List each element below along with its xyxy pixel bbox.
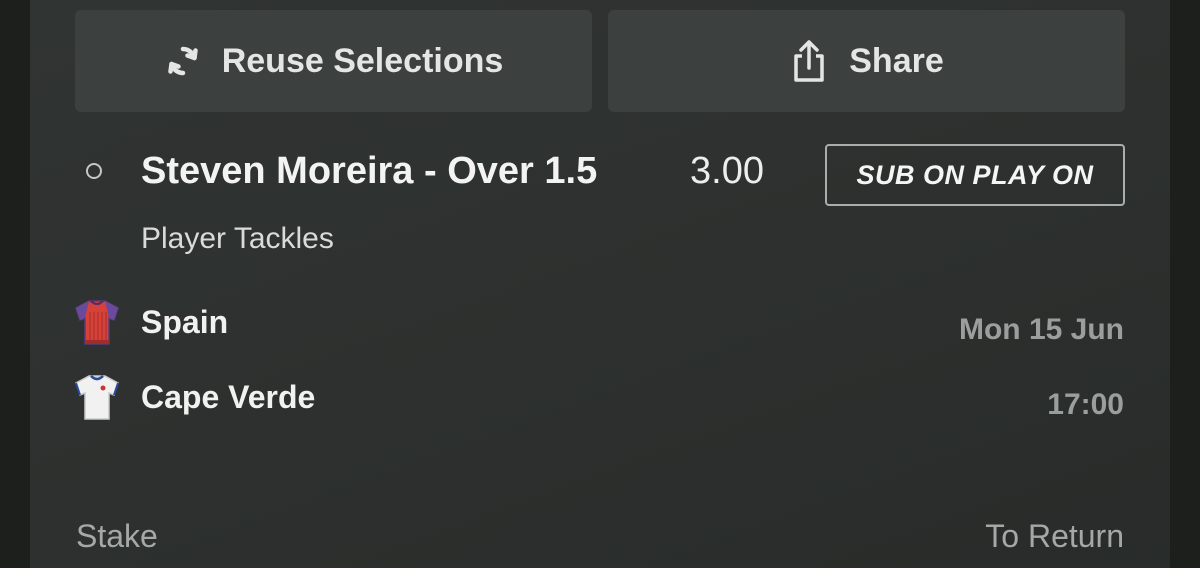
stake-label: Stake bbox=[76, 518, 158, 554]
selection-odds: 3.00 bbox=[690, 150, 764, 192]
red-shirt-icon bbox=[74, 298, 120, 346]
home-team-name: Spain bbox=[141, 304, 229, 340]
reuse-selections-button[interactable]: Reuse Selections bbox=[75, 10, 592, 112]
event-time: 17:00 bbox=[1047, 388, 1124, 421]
away-team-name: Cape Verde bbox=[141, 379, 316, 415]
share-button[interactable]: Share bbox=[608, 10, 1125, 112]
selection-status-icon bbox=[86, 163, 102, 179]
sub-on-play-on-badge: SUB ON PLAY ON bbox=[825, 144, 1125, 206]
refresh-icon bbox=[164, 42, 202, 80]
market-name: Player Tackles bbox=[141, 222, 334, 255]
reuse-selections-label: Reuse Selections bbox=[221, 41, 504, 80]
share-label: Share bbox=[849, 41, 944, 80]
share-icon bbox=[789, 39, 829, 83]
bet-receipt-page: Reuse Selections Share Steven Moreira - … bbox=[0, 0, 1200, 568]
white-shirt-icon bbox=[74, 373, 120, 421]
to-return-label: To Return bbox=[985, 518, 1124, 554]
selection-name: Steven Moreira - Over 1.5 bbox=[141, 150, 598, 192]
event-date: Mon 15 Jun bbox=[958, 313, 1124, 346]
